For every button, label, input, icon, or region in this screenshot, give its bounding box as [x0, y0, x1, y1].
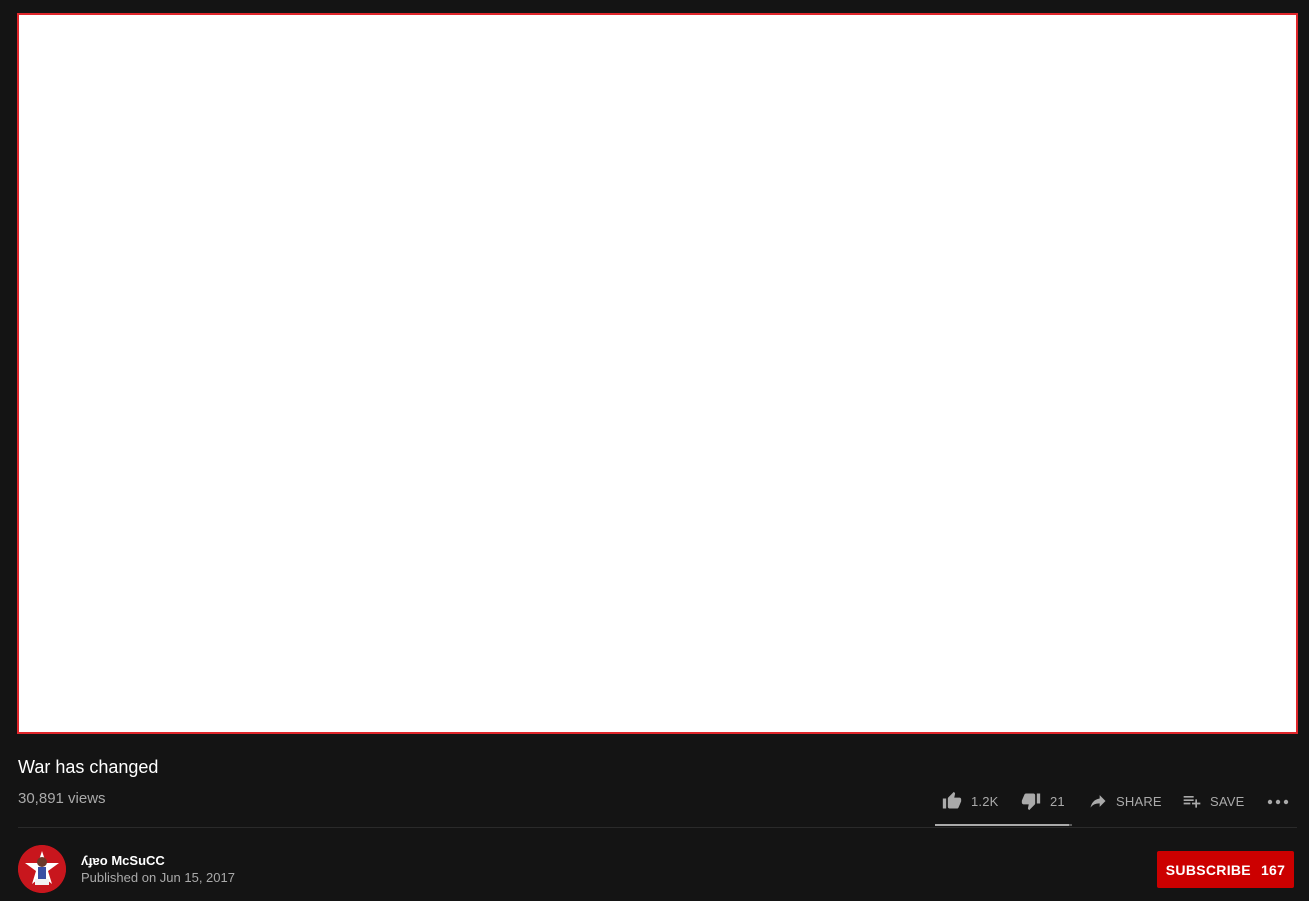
- video-title: War has changed: [18, 757, 159, 777]
- more-horizontal-icon: [1267, 799, 1289, 805]
- publish-date: Published on Jun 15, 2017: [81, 870, 235, 885]
- save-button[interactable]: SAVE: [1182, 786, 1245, 816]
- share-label: SHARE: [1116, 793, 1162, 809]
- view-count: 30,891 views: [18, 790, 106, 807]
- watch-page: War has changed 30,891 views 1.2K 21 SHA…: [0, 0, 1309, 901]
- subscribe-button[interactable]: SUBSCRIBE 167: [1157, 851, 1294, 888]
- like-dislike-ratio-bar: [935, 824, 1072, 826]
- dislike-count: 21: [1050, 793, 1065, 809]
- more-actions-button[interactable]: [1266, 786, 1290, 816]
- section-divider: [18, 827, 1297, 828]
- share-button[interactable]: SHARE: [1088, 786, 1162, 816]
- like-button[interactable]: 1.2K: [942, 786, 999, 816]
- save-label: SAVE: [1210, 793, 1245, 809]
- channel-name[interactable]: ʎɟɐo McSuCC: [81, 853, 165, 868]
- share-arrow-icon: [1090, 795, 1106, 808]
- subscribe-label: SUBSCRIBE: [1165, 861, 1251, 878]
- like-count: 1.2K: [971, 793, 999, 809]
- like-ratio-fill: [935, 824, 1070, 826]
- channel-avatar[interactable]: [18, 845, 66, 893]
- dislike-button[interactable]: 21: [1021, 786, 1065, 816]
- subscriber-count: 167: [1260, 861, 1286, 878]
- avatar-image-icon: [18, 845, 66, 893]
- thumbs-up-icon: [942, 791, 962, 809]
- playlist-add-icon: [1183, 796, 1201, 808]
- video-player[interactable]: [17, 13, 1298, 734]
- thumbs-down-icon: [1021, 793, 1041, 811]
